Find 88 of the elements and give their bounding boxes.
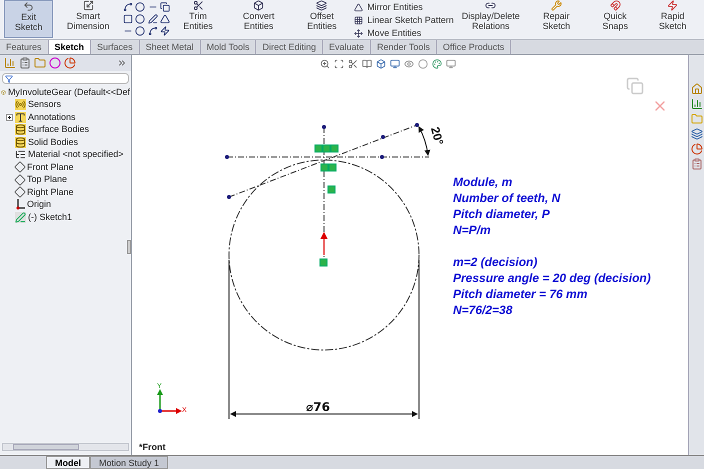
tree-item[interactable]: Top Plane [27,173,68,186]
move-icon [354,28,364,38]
note-line: N=76/2=38 [453,302,514,318]
property-manager-icon[interactable] [19,57,31,69]
angle-dimension-arc [418,126,430,156]
ribbon-button[interactable]: Repair Sketch [528,0,585,38]
plane-icon [12,160,28,174]
angle-dimension[interactable]: 20° [426,124,448,148]
tree-item[interactable]: Solid Bodies [28,136,78,149]
offset-icon [316,0,328,11]
note-line: m=2 (decision) [453,254,538,270]
zoom-icon[interactable] [320,59,330,69]
sketch-tool-icon[interactable] [135,2,146,12]
display-manager-icon[interactable] [64,57,76,69]
sketch-tool-icon[interactable] [148,14,158,24]
tree-item[interactable]: Annotations [28,110,76,124]
relations-icon [485,0,496,11]
ribbon-button[interactable]: Rapid Sketch [645,0,700,38]
note-line: Number of teeth, N [453,190,562,206]
bottom-tab[interactable]: Motion Study 1 [90,456,168,469]
ribbon-button[interactable]: Quick Snaps [588,0,642,38]
ribbon-list-button[interactable]: Mirror Entities [354,1,454,13]
view-label: *Front [139,441,166,454]
sketch-tool-icon[interactable] [123,14,134,24]
diameter-dimension[interactable]: ⌀76 [306,398,330,416]
note-line: Pitch diameter = 76 mm [453,286,588,302]
tree-item[interactable]: Origin [27,198,52,212]
tree-item[interactable]: Sensors [28,98,62,112]
sketch-tool-icon[interactable] [148,26,158,36]
hide-show-icon[interactable] [404,59,414,69]
sketch-tool-icon[interactable] [123,2,134,12]
zoom-area-icon[interactable] [334,59,344,69]
plane-icon [12,172,28,187]
home-icon[interactable] [690,83,702,95]
convert-icon [253,0,264,11]
dimension-icon [82,0,94,11]
ribbon-button[interactable]: Exit Sketch [4,0,54,38]
origin-icon [15,199,25,210]
splitter-handle[interactable] [127,240,131,254]
note-line: Pitch diameter, P [453,206,551,222]
sketch-tool-icon[interactable] [135,14,146,24]
trim-icon [192,0,204,11]
note-line: Pressure angle = 20 deg (decision) [453,270,651,286]
view-settings-icon[interactable] [446,59,456,69]
tree-item[interactable]: Material <not specified> [28,148,124,162]
ribbon-button[interactable]: Display/Delete Relations [458,0,524,38]
note-line: N=P/m [453,222,492,238]
ribbon-button[interactable]: Trim Entities [172,0,224,38]
filter-field[interactable] [2,73,129,84]
custom-properties-icon[interactable] [690,158,702,170]
rapid-sketch-icon [667,0,678,11]
annotation-icon [15,112,26,123]
scroll-thumb[interactable] [13,444,79,450]
command-tab[interactable]: Sketch [48,40,92,54]
plane-icon [12,185,28,200]
grid-icon [354,16,364,24]
ribbon-button[interactable]: Convert Entities [228,0,290,38]
configuration-icon[interactable] [34,57,46,69]
sketch-tool-icon[interactable] [160,14,170,24]
sensor-icon [15,99,26,110]
tree-item[interactable]: Right Plane [27,186,74,199]
filter-icon [5,74,13,82]
tree-item[interactable]: Surface Bodies [28,123,90,136]
horizontal-scrollbar[interactable] [2,443,129,451]
tree-root[interactable]: MyInvoluteGear (Default<<Def [8,86,130,99]
repair-icon [550,0,562,11]
ribbon-list-button[interactable]: Linear Sketch Pattern [354,14,454,26]
note-line: Module, m [453,174,514,190]
material-icon [15,149,26,160]
expand-toggle[interactable] [6,114,12,121]
exit-sketch-icon [23,1,34,12]
ribbon-button[interactable]: Smart Dimension [57,0,120,38]
scene-icon[interactable] [432,59,442,69]
sketch-icon [15,212,26,223]
display-style-icon[interactable] [390,59,400,69]
more-icon[interactable] [117,58,127,68]
tree-item[interactable]: (-) Sketch1 [28,210,72,224]
section-icon[interactable] [348,59,358,69]
ribbon-list-button[interactable]: Move Entities [354,27,454,39]
tree-item[interactable]: Front Plane [27,160,74,174]
bottom-tab[interactable]: Model [46,456,90,469]
sketch-tool-icon[interactable] [160,26,170,36]
ribbon-button[interactable]: Offset Entities [294,0,350,38]
snap-icon [610,0,621,11]
sketch-tool-icon[interactable] [135,26,146,36]
view-orientation-icon[interactable] [376,59,386,69]
sketch-tool-icon[interactable] [160,2,170,12]
axis-triad-drawing [157,389,182,414]
